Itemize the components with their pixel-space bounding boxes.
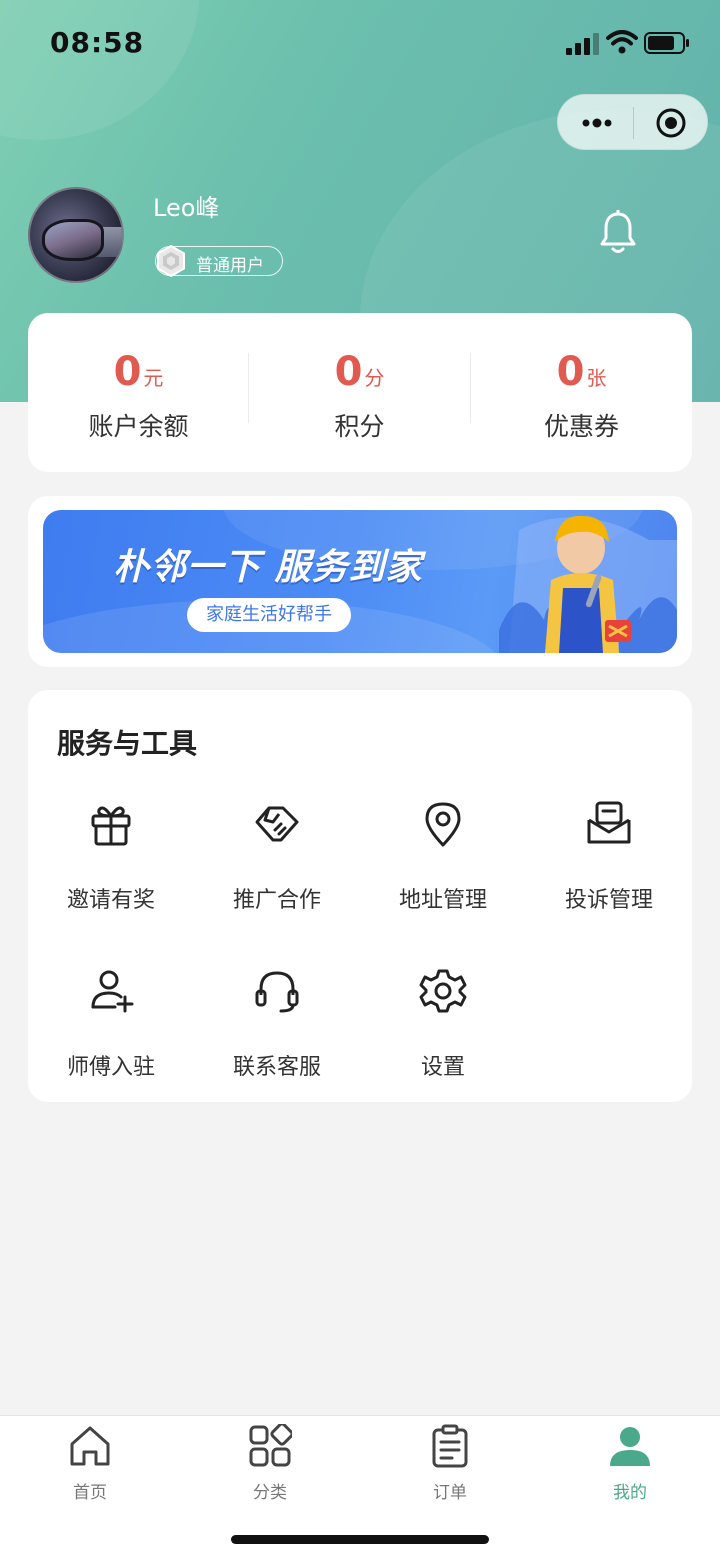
- stat-unit: 元: [143, 366, 164, 390]
- tool-label: 联系客服: [232, 1055, 321, 1080]
- target-circle-icon[interactable]: [655, 107, 687, 139]
- avatar-mirror: [42, 219, 104, 261]
- miniapp-capsule: [557, 94, 708, 150]
- mail-icon: [587, 801, 631, 844]
- user-level-label: 普通用户: [196, 256, 264, 276]
- home-indicator: [231, 1535, 489, 1544]
- stat-label: 优惠券: [543, 412, 619, 441]
- tool-promotion[interactable]: 推广合作: [194, 800, 360, 930]
- username: Leo峰: [153, 194, 220, 222]
- tool-label: 地址管理: [398, 888, 487, 913]
- tab-label: 首页: [73, 1483, 107, 1503]
- stat-unit: 张: [586, 366, 607, 390]
- tab-label: 订单: [433, 1483, 467, 1503]
- stat-label: 积分: [334, 412, 385, 441]
- tool-label: 投诉管理: [564, 888, 653, 913]
- wifi-icon: [606, 30, 638, 54]
- gear-icon: [419, 969, 467, 1013]
- avatar[interactable]: [28, 187, 124, 283]
- stat-number: 0: [334, 349, 363, 395]
- tab-category[interactable]: 分类: [180, 1424, 360, 1504]
- signal-icon: [566, 33, 599, 55]
- bell-icon[interactable]: [600, 210, 636, 256]
- account-stats-card: 0元 账户余额 0分 积分 0张 优惠券: [28, 313, 692, 472]
- tool-master-join[interactable]: 师傅入驻: [28, 967, 194, 1097]
- stat-label: 账户余额: [88, 412, 189, 441]
- tool-settings[interactable]: 设置: [360, 967, 526, 1097]
- tool-customer-service[interactable]: 联系客服: [194, 967, 360, 1097]
- tool-label: 设置: [420, 1055, 465, 1080]
- home-icon: [70, 1426, 110, 1466]
- stat-number: 0: [113, 349, 142, 395]
- shield-badge-icon: [157, 244, 185, 278]
- gift-icon: [91, 806, 131, 846]
- battery-icon: [644, 32, 689, 54]
- stat-value: 0元: [28, 349, 249, 395]
- worker-illustration: [499, 515, 677, 653]
- location-pin-icon: [425, 802, 461, 847]
- stat-number: 0: [556, 349, 585, 395]
- stat-value: 0分: [249, 349, 470, 395]
- tool-complaint[interactable]: 投诉管理: [526, 800, 692, 930]
- handshake-icon: [255, 806, 299, 842]
- stat-coupons[interactable]: 0张 优惠券: [471, 313, 692, 472]
- tab-label: 分类: [253, 1483, 287, 1503]
- banner-title: 朴邻一下 服务到家: [113, 547, 423, 588]
- stat-balance[interactable]: 0元 账户余额: [28, 313, 249, 472]
- category-icon: [249, 1424, 292, 1467]
- status-bar: 08:58: [0, 0, 720, 88]
- services-tools-card: 服务与工具 邀请有奖 推广合作 地址管理 投诉管理 师傅入驻 联系客服 设置: [28, 690, 692, 1102]
- capsule-divider: [633, 107, 634, 139]
- headset-icon: [255, 971, 299, 1013]
- section-title: 服务与工具: [57, 727, 198, 760]
- stat-value: 0张: [471, 349, 692, 395]
- tab-home[interactable]: 首页: [0, 1424, 180, 1504]
- order-icon: [432, 1424, 468, 1468]
- user-level-badge: 普通用户: [155, 244, 283, 278]
- promo-banner[interactable]: 朴邻一下 服务到家 家庭生活好帮手: [43, 510, 677, 653]
- profile-icon: [610, 1427, 650, 1466]
- stat-points[interactable]: 0分 积分: [249, 313, 470, 472]
- tool-label: 师傅入驻: [66, 1055, 155, 1080]
- add-user-icon: [91, 970, 134, 1013]
- tab-orders[interactable]: 订单: [360, 1424, 540, 1504]
- banner-subtitle: 家庭生活好帮手: [187, 598, 351, 632]
- tool-address[interactable]: 地址管理: [360, 800, 526, 930]
- promo-banner-card: 朴邻一下 服务到家 家庭生活好帮手: [28, 496, 692, 667]
- tool-label: 邀请有奖: [66, 888, 155, 913]
- more-dots-icon[interactable]: [578, 109, 616, 137]
- status-time: 08:58: [50, 26, 145, 59]
- tool-invite[interactable]: 邀请有奖: [28, 800, 194, 930]
- stat-unit: 分: [364, 366, 385, 390]
- tool-label: 推广合作: [232, 888, 321, 913]
- tab-mine[interactable]: 我的: [540, 1424, 720, 1504]
- tab-label: 我的: [613, 1483, 647, 1503]
